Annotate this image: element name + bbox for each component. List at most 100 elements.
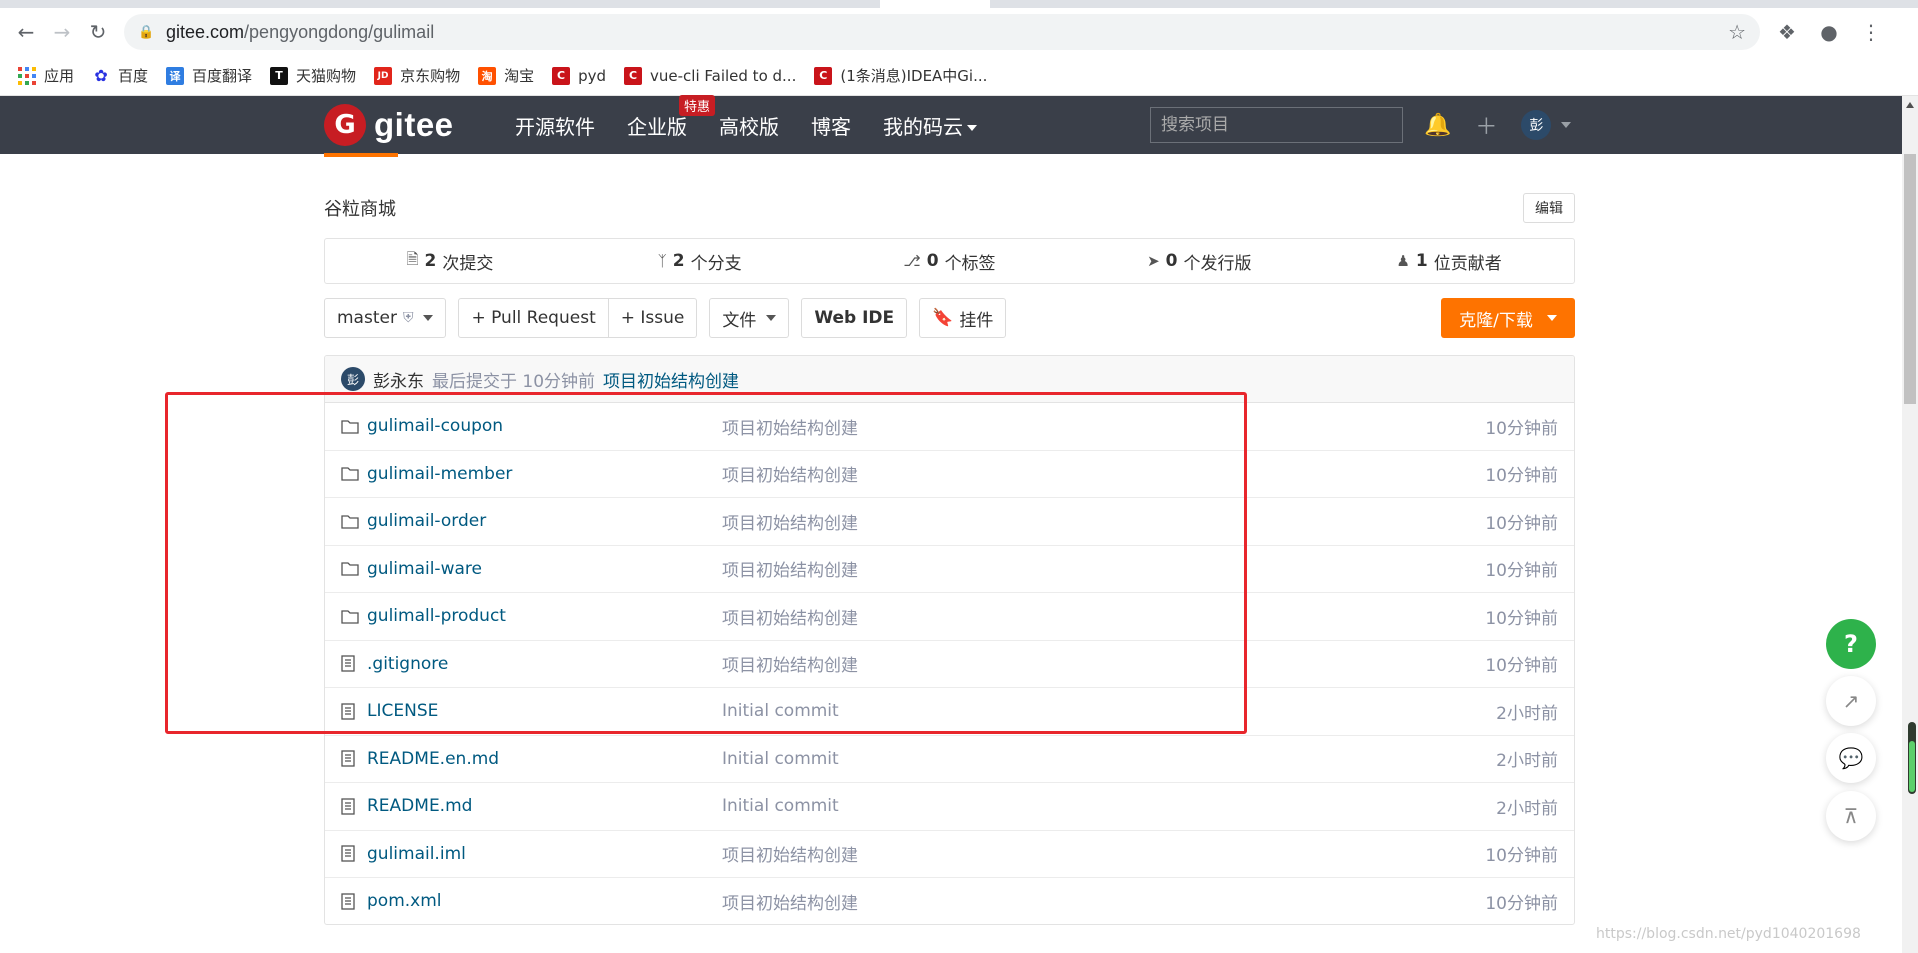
active-tab[interactable] xyxy=(880,0,990,8)
nav-enterprise-label: 企业版 xyxy=(627,114,687,139)
scrollbar-thumb[interactable] xyxy=(1904,154,1916,404)
file-row[interactable]: gulimail-order 项目初始结构创建 10分钟前 xyxy=(325,498,1574,546)
chevron-down-icon xyxy=(1561,122,1572,128)
widget-button[interactable]: 🔖 挂件 xyxy=(919,298,1007,338)
nav-enterprise[interactable]: 企业版 特惠 xyxy=(627,94,716,140)
project-search-input[interactable] xyxy=(1150,107,1403,143)
file-commit-message[interactable]: Initial commit xyxy=(722,749,1496,769)
bookmark-apps[interactable]: 应用 xyxy=(18,65,74,86)
avatar[interactable]: 彭 xyxy=(341,367,365,391)
stat-releases[interactable]: ➤ 0 个发行版 xyxy=(1074,249,1324,274)
file-row[interactable]: gulimail.iml 项目初始结构创建 10分钟前 xyxy=(325,831,1574,878)
scroll-up-arrow-icon[interactable] xyxy=(1906,102,1914,108)
bookmark-taobao[interactable]: 淘 淘宝 xyxy=(478,65,534,86)
file-row[interactable]: gulimall-product 项目初始结构创建 10分钟前 xyxy=(325,593,1574,641)
nav-blog[interactable]: 博客 xyxy=(811,111,851,140)
profile-icon[interactable]: ● xyxy=(1814,17,1844,47)
stat-contributors[interactable]: ♟ 1 位贡献者 xyxy=(1324,249,1574,274)
bookmark-star-icon[interactable]: ☆ xyxy=(1728,20,1746,44)
file-row[interactable]: gulimail-coupon 项目初始结构创建 10分钟前 xyxy=(325,403,1574,451)
issue-button[interactable]: + Issue xyxy=(608,298,698,338)
file-row[interactable]: README.en.md Initial commit 2小时前 xyxy=(325,736,1574,783)
file-name-link[interactable]: gulimail-coupon xyxy=(367,416,722,436)
nav-education[interactable]: 高校版 xyxy=(719,111,779,140)
reload-icon[interactable]: ↻ xyxy=(80,14,116,50)
comment-icon[interactable]: 💬 xyxy=(1826,733,1876,783)
file-commit-message[interactable]: 项目初始结构创建 xyxy=(722,889,1485,914)
stat-count: 0 xyxy=(926,251,939,271)
file-row[interactable]: LICENSE Initial commit 2小时前 xyxy=(325,688,1574,736)
file-commit-message[interactable]: 项目初始结构创建 xyxy=(722,414,1485,439)
bookmark-baidu-translate[interactable]: 译 百度翻译 xyxy=(166,65,252,86)
share-icon[interactable]: ↗ xyxy=(1826,676,1876,726)
bookmark-label: 淘宝 xyxy=(504,67,535,85)
avatar: 彭 xyxy=(1521,110,1552,140)
file-commit-message[interactable]: 项目初始结构创建 xyxy=(722,509,1485,534)
address-bar[interactable]: 🔒 gitee.com/pengyongdong/gulimail ☆ xyxy=(124,14,1760,50)
file-name-link[interactable]: gulimail-order xyxy=(367,511,722,531)
bookmark-icon: 🔖 xyxy=(932,308,954,328)
gitee-logo[interactable]: G gitee xyxy=(324,104,454,146)
file-commit-message[interactable]: 项目初始结构创建 xyxy=(722,461,1485,486)
file-row[interactable]: README.md Initial commit 2小时前 xyxy=(325,783,1574,831)
file-commit-message[interactable]: 项目初始结构创建 xyxy=(722,604,1485,629)
file-name-link[interactable]: gulimail-ware xyxy=(367,559,722,579)
stat-tags[interactable]: ⎇ 0 个标签 xyxy=(825,249,1075,274)
file-commit-message[interactable]: 项目初始结构创建 xyxy=(722,556,1485,581)
user-menu[interactable]: 彭 xyxy=(1521,110,1572,140)
bookmark-pyd[interactable]: C pyd xyxy=(552,66,606,85)
file-row[interactable]: .gitignore 项目初始结构创建 10分钟前 xyxy=(325,641,1574,688)
file-commit-message[interactable]: 项目初始结构创建 xyxy=(722,651,1485,676)
bell-icon[interactable]: 🔔 xyxy=(1424,113,1451,138)
nav-open-source[interactable]: 开源软件 xyxy=(515,111,595,140)
clone-download-button[interactable]: 克隆/下载 xyxy=(1441,298,1575,338)
plus-icon[interactable]: ＋ xyxy=(1475,109,1497,141)
file-commit-message[interactable]: Initial commit xyxy=(722,701,1496,721)
file-name-link[interactable]: pom.xml xyxy=(367,891,722,911)
forward-icon[interactable]: → xyxy=(44,14,80,50)
file-name-link[interactable]: .gitignore xyxy=(367,654,722,674)
file-commit-message[interactable]: 项目初始结构创建 xyxy=(722,841,1485,866)
bookmark-idea-git[interactable]: C (1条消息)IDEA中Gi... xyxy=(814,65,987,86)
release-icon: ➤ xyxy=(1147,252,1160,270)
pull-request-button[interactable]: + Pull Request xyxy=(458,298,609,338)
url-text[interactable]: gitee.com/pengyongdong/gulimail xyxy=(166,22,434,43)
bookmark-baidu[interactable]: ✿ 百度 xyxy=(92,65,148,86)
stat-commits[interactable]: 🗎 2 次提交 xyxy=(325,249,575,274)
apps-grid-icon xyxy=(18,66,36,85)
files-menu-button[interactable]: 文件 xyxy=(709,298,790,338)
back-icon[interactable]: ← xyxy=(8,14,44,50)
file-commit-message[interactable]: Initial commit xyxy=(722,796,1496,816)
stat-branches[interactable]: ᛉ 2 个分支 xyxy=(575,249,825,274)
extensions-puzzle-icon[interactable]: ❖ xyxy=(1772,17,1802,47)
nav-my-gitee[interactable]: 我的码云 xyxy=(883,111,977,140)
file-row[interactable]: pom.xml 项目初始结构创建 10分钟前 xyxy=(325,878,1574,924)
file-name-link[interactable]: gulimail-member xyxy=(367,464,722,484)
commit-author[interactable]: 彭永东 xyxy=(373,367,424,392)
file-icon xyxy=(341,750,361,767)
file-row[interactable]: gulimail-member 项目初始结构创建 10分钟前 xyxy=(325,451,1574,498)
edit-button[interactable]: 编辑 xyxy=(1523,193,1575,223)
bookmark-tmall[interactable]: T 天猫购物 xyxy=(270,65,356,86)
help-button[interactable]: ? xyxy=(1826,619,1876,669)
file-name-link[interactable]: LICENSE xyxy=(367,701,722,721)
file-name-link[interactable]: gulimail.iml xyxy=(367,844,722,864)
gitee-logo-text: gitee xyxy=(374,106,454,143)
bookmark-vue-cli[interactable]: C vue-cli Failed to d... xyxy=(624,66,796,85)
branch-select[interactable]: master ⛨ xyxy=(324,298,447,338)
web-ide-button[interactable]: Web IDE xyxy=(801,298,908,338)
file-name-link[interactable]: README.md xyxy=(367,796,722,816)
promo-badge: 特惠 xyxy=(679,94,716,116)
stat-label: 个标签 xyxy=(944,253,996,274)
file-commit-time: 2小时前 xyxy=(1496,703,1558,724)
file-name-link[interactable]: gulimall-product xyxy=(367,606,722,626)
bookmark-jd[interactable]: JD 京东购物 xyxy=(374,65,460,86)
jd-icon: JD xyxy=(374,66,393,85)
back-to-top-icon[interactable]: ⊼ xyxy=(1826,791,1876,841)
commit-message-link[interactable]: 项目初始结构创建 xyxy=(603,367,739,392)
page-scrollbar[interactable] xyxy=(1902,96,1918,953)
menu-kebab-icon[interactable]: ⋮ xyxy=(1856,17,1886,47)
branch-name: master xyxy=(337,308,397,328)
file-row[interactable]: gulimail-ware 项目初始结构创建 10分钟前 xyxy=(325,546,1574,593)
file-name-link[interactable]: README.en.md xyxy=(367,749,722,769)
